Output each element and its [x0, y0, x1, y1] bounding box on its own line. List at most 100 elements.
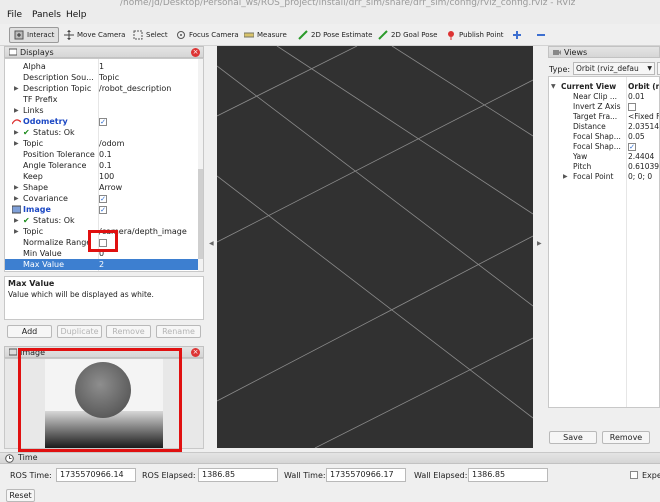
covariance-checkbox[interactable]: ✓	[99, 193, 107, 204]
current-view-row[interactable]: ▼ Current View Orbit (r	[549, 82, 659, 92]
tool-select[interactable]: Select	[129, 27, 172, 43]
expand-arrow-icon[interactable]: ▶	[14, 105, 19, 116]
tree-row-value[interactable]: 2	[99, 259, 104, 270]
tool-2d-pose-estimate[interactable]: 2D Pose Estimate	[294, 27, 376, 43]
view-prop-row[interactable]: Distance 2.03514	[549, 122, 659, 132]
focal-shape-checkbox[interactable]: ✓	[628, 142, 636, 152]
checkbox[interactable]: ✓	[99, 117, 107, 126]
tree-row-topic[interactable]: ▶ Topic /odom	[5, 138, 201, 149]
expand-arrow-icon[interactable]: ▶	[14, 138, 19, 149]
tree-row-description-source[interactable]: Description Sou... Topic	[5, 72, 201, 83]
add-tool-button[interactable]	[508, 27, 526, 43]
views-tree[interactable]: ▼ Current View Orbit (r Near Clip ... 0.…	[548, 76, 660, 408]
view-prop-value[interactable]: 0.05	[628, 132, 645, 142]
tree-row-angle-tolerance[interactable]: Angle Tolerance 0.1	[5, 160, 201, 171]
tool-interact[interactable]: Interact	[9, 27, 60, 43]
tree-row-tf-prefix[interactable]: TF Prefix	[5, 94, 201, 105]
tree-row-value[interactable]: 1	[99, 61, 104, 72]
view-type-select[interactable]: Orbit (rviz_defau ▼	[573, 62, 655, 75]
tool-publish-point[interactable]: Publish Point	[442, 27, 508, 43]
goal-pose-icon	[378, 30, 388, 40]
tool-2d-goal-pose[interactable]: 2D Goal Pose	[374, 27, 441, 43]
tree-row-max-value[interactable]: Max Value 2	[5, 259, 201, 270]
tree-row-value[interactable]: Topic	[99, 72, 119, 83]
view-prop-value[interactable]: <Fixed F	[628, 112, 659, 122]
view-prop-row[interactable]: Target Fra... <Fixed F	[549, 112, 659, 122]
scrollbar-thumb[interactable]	[198, 169, 203, 259]
tree-row-links[interactable]: ▶ Links	[5, 105, 201, 116]
tree-row-position-tolerance[interactable]: Position Tolerance 0.1	[5, 149, 201, 160]
tree-row-name: Description Topic	[23, 84, 92, 93]
view-prop-value[interactable]: 0.01	[628, 92, 645, 102]
view-prop-row[interactable]: Yaw 2.4404	[549, 152, 659, 162]
views-column-divider	[626, 77, 627, 407]
odometry-enabled-checkbox[interactable]: ✓	[99, 116, 107, 127]
tree-row-shape[interactable]: ▶ Shape Arrow	[5, 182, 201, 193]
tree-row-value[interactable]: Arrow	[99, 182, 122, 193]
view-prop-row[interactable]: Pitch 0.61039	[549, 162, 659, 172]
expand-arrow-icon[interactable]: ▶	[14, 83, 19, 94]
view-prop-value[interactable]: 0; 0; 0	[628, 172, 652, 182]
collapse-left-icon[interactable]: ◀	[209, 240, 214, 247]
remove-button[interactable]: Remove	[106, 325, 151, 338]
view-prop-row[interactable]: Invert Z Axis	[549, 102, 659, 112]
tree-row-value[interactable]: 0.1	[99, 160, 112, 171]
view-prop-row[interactable]: Focal Shap... ✓	[549, 142, 659, 152]
menu-help[interactable]: Help	[66, 10, 87, 20]
expand-arrow-icon[interactable]: ▶	[14, 182, 19, 193]
rename-button[interactable]: Rename	[156, 325, 201, 338]
tree-row-image[interactable]: Image ✓	[5, 204, 201, 215]
wall-time-label: Wall Time:	[284, 471, 326, 480]
tree-row-keep[interactable]: Keep 100	[5, 171, 201, 182]
close-icon[interactable]: ×	[191, 48, 200, 57]
experimental-checkbox[interactable]	[630, 471, 638, 479]
tree-row-image-status[interactable]: ▶ ✔ Status: Ok	[5, 215, 201, 226]
wall-time-field[interactable]: 1735570966.17	[326, 468, 406, 482]
tree-row-value[interactable]: 100	[99, 171, 114, 182]
tool-measure[interactable]: Measure	[240, 27, 291, 43]
ros-time-field[interactable]: 1735570966.14	[56, 468, 136, 482]
wall-elapsed-field[interactable]: 1386.85	[468, 468, 548, 482]
image-enabled-checkbox[interactable]: ✓	[99, 204, 107, 215]
reset-button[interactable]: Reset	[6, 489, 35, 502]
tree-row-description-topic[interactable]: ▶ Description Topic /robot_description	[5, 83, 201, 94]
menu-file[interactable]: File	[7, 10, 22, 20]
tree-row-alpha[interactable]: Alpha 1	[5, 61, 201, 72]
ros-elapsed-field[interactable]: 1386.85	[198, 468, 278, 482]
tool-move-camera[interactable]: Move Camera	[60, 27, 129, 43]
tool-focus-camera[interactable]: Focus Camera	[172, 27, 243, 43]
view-prop-value[interactable]: 2.4404	[628, 152, 654, 162]
add-button[interactable]: Add	[7, 325, 52, 338]
expand-arrow-icon[interactable]: ▶	[563, 172, 568, 182]
duplicate-button[interactable]: Duplicate	[57, 325, 102, 338]
view-prop-row[interactable]: Focal Shap... 0.05	[549, 132, 659, 142]
tree-row-odometry[interactable]: Odometry ✓	[5, 116, 201, 127]
invert-z-checkbox[interactable]	[628, 102, 636, 112]
expand-arrow-icon[interactable]: ▶	[14, 127, 19, 138]
remove-tool-button[interactable]	[532, 27, 550, 43]
view-prop-value[interactable]: 0.61039	[628, 162, 659, 172]
3d-render-view[interactable]	[216, 45, 534, 449]
displays-scrollbar[interactable]	[198, 59, 203, 271]
checkbox[interactable]: ✓	[99, 205, 107, 214]
tree-row-covariance[interactable]: ▶ Covariance ✓	[5, 193, 201, 204]
checkbox[interactable]: ✓	[628, 143, 636, 151]
collapse-right-icon[interactable]: ▶	[537, 240, 542, 247]
tree-row-status[interactable]: ▶ ✔ Status: Ok	[5, 127, 201, 138]
tree-row-value[interactable]: /odom	[99, 138, 124, 149]
expand-arrow-icon[interactable]: ▶	[14, 215, 19, 226]
expand-arrow-icon[interactable]: ▶	[14, 226, 19, 237]
checkbox[interactable]: ✓	[99, 194, 107, 203]
save-view-button[interactable]: Save	[549, 431, 597, 444]
tree-row-value[interactable]: 0.1	[99, 149, 112, 160]
close-icon[interactable]: ×	[191, 348, 200, 357]
checkbox[interactable]	[628, 103, 636, 111]
view-prop-row[interactable]: Near Clip ... 0.01	[549, 92, 659, 102]
menu-panels[interactable]: Panels	[32, 10, 61, 20]
remove-view-button[interactable]: Remove	[602, 431, 650, 444]
view-prop-value[interactable]: 2.03514	[628, 122, 659, 132]
expand-arrow-icon[interactable]: ▼	[551, 82, 556, 92]
tree-row-value[interactable]: /robot_description	[99, 83, 171, 94]
view-prop-row[interactable]: ▶ Focal Point 0; 0; 0	[549, 172, 659, 182]
expand-arrow-icon[interactable]: ▶	[14, 193, 19, 204]
